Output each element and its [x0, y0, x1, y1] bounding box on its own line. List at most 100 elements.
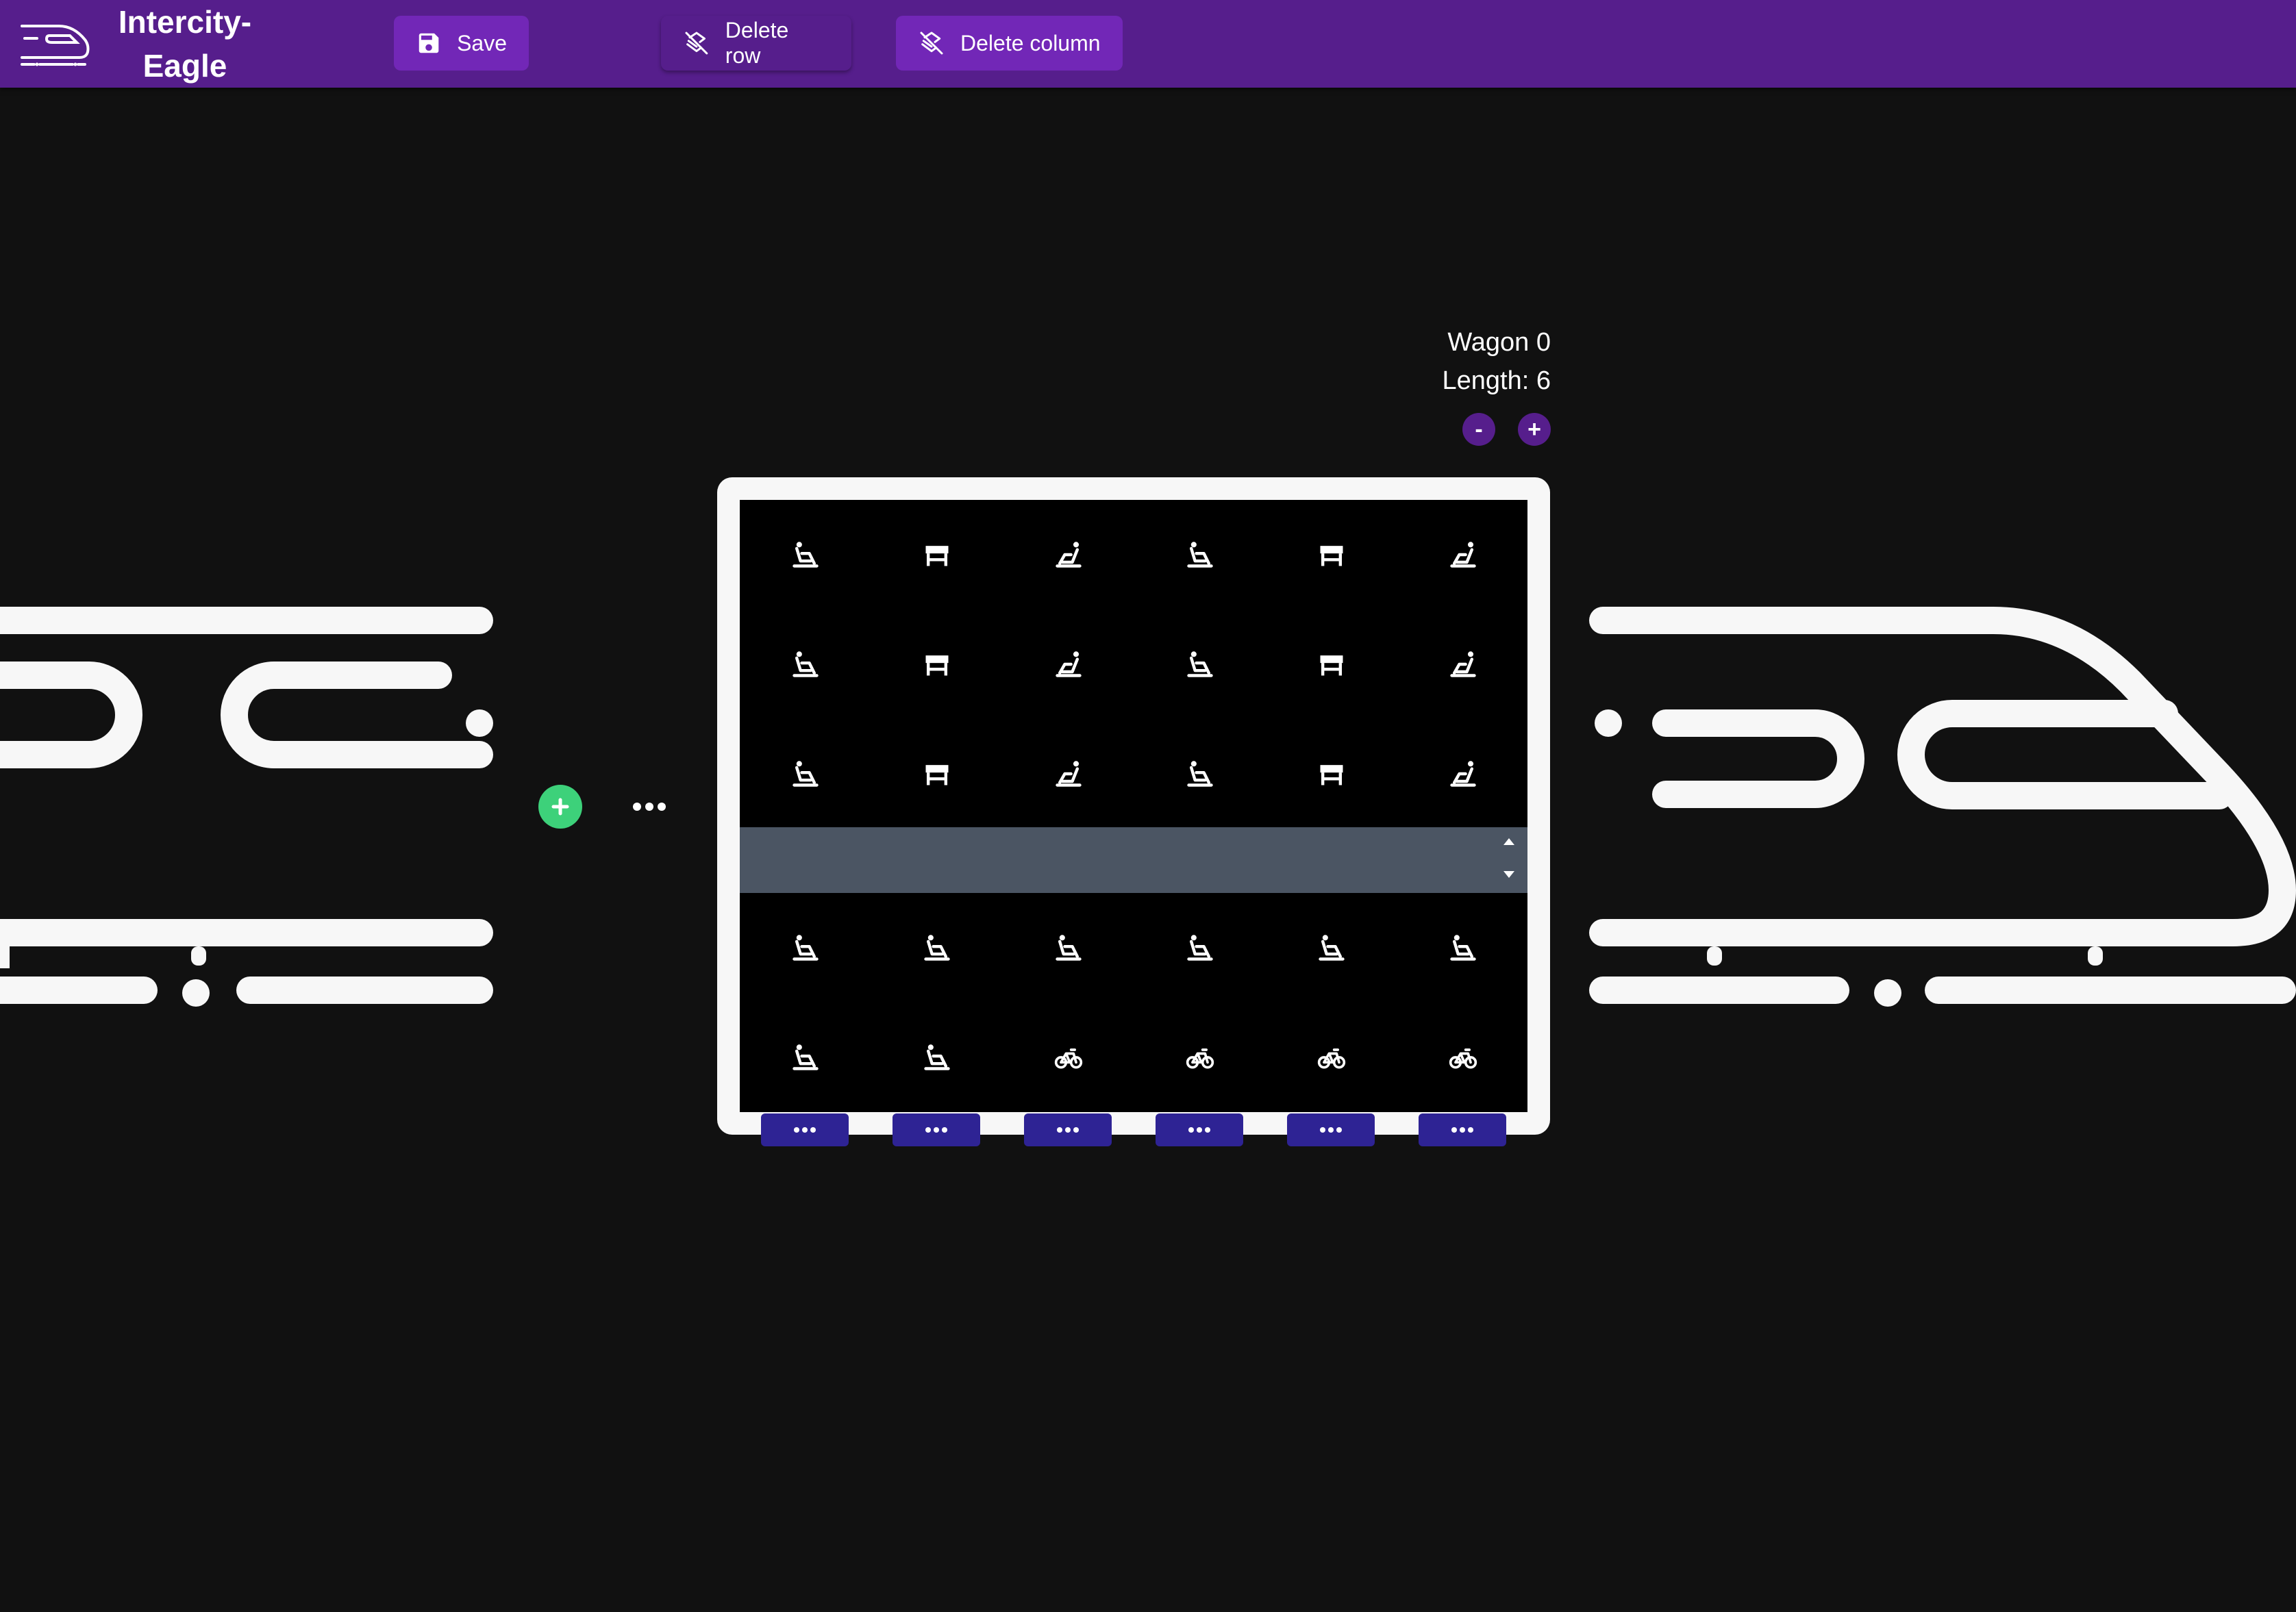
- seat-cell[interactable]: [1266, 500, 1397, 609]
- seat-recline-icon: [1450, 761, 1476, 787]
- seat-cell[interactable]: [1134, 1003, 1266, 1112]
- more-options-button[interactable]: [629, 792, 670, 822]
- seat-cell[interactable]: [1003, 893, 1134, 1003]
- seat-recline-icon: [1450, 542, 1476, 568]
- seat-cell[interactable]: [740, 500, 871, 609]
- seat-cell[interactable]: [740, 1003, 871, 1112]
- seat-cell[interactable]: [1003, 500, 1134, 609]
- seat-cell[interactable]: [871, 1003, 1003, 1112]
- seat-icon: [1450, 935, 1476, 961]
- seat-cell[interactable]: [1003, 719, 1134, 829]
- seat-row: [740, 1003, 1527, 1112]
- more-horizontal-icon: [1451, 1127, 1473, 1133]
- aisle-row[interactable]: [740, 827, 1527, 893]
- table-icon: [1320, 655, 1343, 676]
- delete-column-label: Delete column: [960, 30, 1101, 55]
- seat-icon: [793, 542, 819, 568]
- seat-icon: [793, 761, 819, 787]
- wagon-name: Wagon 0: [1447, 328, 1551, 357]
- bicycle-icon: [1449, 1048, 1477, 1069]
- train-front-graphic: [1589, 607, 2296, 1007]
- seat-cell[interactable]: [1397, 719, 1527, 829]
- wagon-length: Length: 6: [1442, 366, 1551, 395]
- seat-icon: [793, 1044, 819, 1070]
- seat-icon: [793, 935, 819, 961]
- column-menu-button[interactable]: [1419, 1113, 1506, 1146]
- more-horizontal-icon: [925, 1127, 947, 1133]
- seat-cell[interactable]: [1134, 893, 1266, 1003]
- seat-cell[interactable]: [1266, 1003, 1397, 1112]
- seat-icon: [1187, 935, 1213, 961]
- table-icon: [1320, 765, 1343, 785]
- delete-row-button[interactable]: Delete row: [661, 16, 851, 71]
- floppy-disk-icon: [419, 33, 439, 53]
- seat-cell[interactable]: [1397, 1003, 1527, 1112]
- plus-icon: [551, 798, 569, 816]
- more-horizontal-icon: [794, 1127, 816, 1133]
- seat-recline-icon: [1056, 651, 1082, 677]
- seat-cell[interactable]: [1397, 500, 1527, 609]
- column-menu-button[interactable]: [893, 1113, 980, 1146]
- seat-cell[interactable]: [1134, 609, 1266, 719]
- column-menu-button[interactable]: [761, 1113, 849, 1146]
- seat-cell[interactable]: [1134, 500, 1266, 609]
- column-menu-button[interactable]: [1287, 1113, 1375, 1146]
- more-horizontal-icon: [1057, 1127, 1079, 1133]
- seat-cell[interactable]: [740, 609, 871, 719]
- more-horizontal-icon: [1320, 1127, 1342, 1133]
- more-horizontal-icon: [1188, 1127, 1210, 1133]
- seat-row: [740, 500, 1527, 609]
- seat-icon: [924, 935, 950, 961]
- decrease-length-button[interactable]: -: [1462, 413, 1495, 446]
- bicycle-icon: [1186, 1048, 1214, 1069]
- seat-icon: [1187, 761, 1213, 787]
- seat-cell[interactable]: [740, 893, 871, 1003]
- seat-row: [740, 719, 1527, 829]
- seat-cell[interactable]: [740, 719, 871, 829]
- table-icon: [925, 655, 949, 676]
- delete-column-button[interactable]: Delete column: [896, 16, 1123, 71]
- train-rear-graphic: [0, 607, 493, 1007]
- seat-row: [740, 893, 1527, 1003]
- seat-row: [740, 609, 1527, 719]
- wagon-editor: [717, 477, 1550, 1135]
- layers-off-icon: [685, 32, 708, 55]
- seat-icon: [1319, 935, 1345, 961]
- seat-icon: [793, 651, 819, 677]
- seat-cell[interactable]: [1397, 893, 1527, 1003]
- seat-cell[interactable]: [1003, 1003, 1134, 1112]
- seat-icon: [924, 1044, 950, 1070]
- column-menu-button[interactable]: [1156, 1113, 1243, 1146]
- seat-cell[interactable]: [871, 500, 1003, 609]
- save-button-label: Save: [457, 30, 507, 55]
- seat-cell[interactable]: [1266, 719, 1397, 829]
- seat-cell[interactable]: [1266, 609, 1397, 719]
- seat-cell[interactable]: [1266, 893, 1397, 1003]
- app-title: Intercity-Eagle: [118, 4, 252, 84]
- seat-recline-icon: [1056, 542, 1082, 568]
- column-menu-button[interactable]: [1024, 1113, 1112, 1146]
- layers-off-icon: [920, 32, 943, 55]
- seat-recline-icon: [1056, 761, 1082, 787]
- seat-cell[interactable]: [871, 893, 1003, 1003]
- seat-cell[interactable]: [1397, 609, 1527, 719]
- increase-length-button[interactable]: +: [1518, 413, 1551, 446]
- seat-cell[interactable]: [871, 609, 1003, 719]
- bicycle-icon: [1054, 1048, 1083, 1069]
- table-icon: [925, 765, 949, 785]
- move-up-icon[interactable]: [1500, 833, 1518, 851]
- seat-grid: [740, 500, 1527, 1112]
- table-icon: [1320, 546, 1343, 566]
- bicycle-icon: [1317, 1048, 1346, 1069]
- seat-cell[interactable]: [1134, 719, 1266, 829]
- add-wagon-button[interactable]: [538, 785, 582, 829]
- save-button[interactable]: Save: [394, 16, 529, 71]
- seat-icon: [1056, 935, 1082, 961]
- seat-cell[interactable]: [871, 719, 1003, 829]
- seat-cell[interactable]: [1003, 609, 1134, 719]
- move-down-icon[interactable]: [1500, 866, 1518, 883]
- delete-row-label: Delete row: [725, 18, 789, 68]
- wagon-info: Wagon 0 Length: 6: [1411, 323, 1551, 400]
- seat-recline-icon: [1450, 651, 1476, 677]
- seat-icon: [1187, 651, 1213, 677]
